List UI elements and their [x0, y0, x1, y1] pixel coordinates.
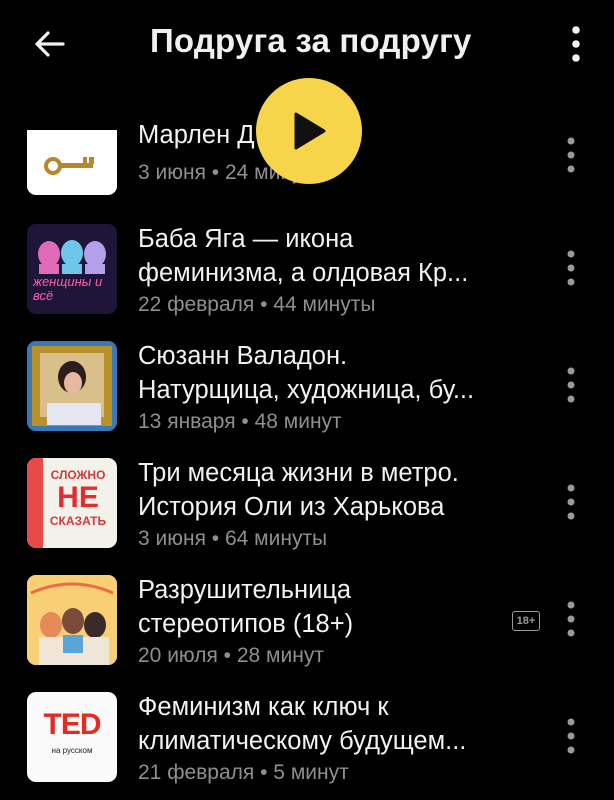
episode-title: Три месяца жизни в метро. История Оли из… [138, 459, 459, 521]
portrait-artwork [27, 341, 117, 431]
ted-logo: TED [43, 708, 102, 741]
episode-cover: женщины и всё [27, 224, 117, 314]
more-vertical-icon [567, 137, 575, 173]
episode-meta: 22 февраля • 44 минуты [138, 293, 376, 316]
episode-title: Баба Яга — икона феминизма, а олдовая Кр… [138, 225, 469, 287]
page-title: Подруга за подругу [150, 22, 472, 59]
episode-title: Феминизм как ключ к климатическому будущ… [138, 693, 467, 755]
arrow-left-icon [35, 31, 65, 57]
key-icon [44, 157, 94, 175]
episode-row[interactable]: Сюзанн Валадон. Натурщица, художница, бу… [0, 339, 614, 439]
episode-meta: 20 июля • 28 минут [138, 644, 324, 667]
episode-cover [27, 341, 117, 431]
play-icon [294, 112, 326, 150]
episode-more-button[interactable] [554, 131, 588, 179]
more-vertical-icon [567, 601, 575, 637]
girl-power-artwork [27, 575, 117, 665]
episode-more-button[interactable] [554, 361, 588, 409]
cover-stripe [27, 458, 43, 548]
back-button[interactable] [28, 24, 72, 64]
more-options-button[interactable] [556, 20, 596, 68]
cover-text: СЛОЖНО НЕ СКАЗАТЬ [49, 468, 107, 528]
episode-meta: 21 февраля • 5 минут [138, 761, 349, 784]
more-vertical-icon [567, 367, 575, 403]
explicit-badge: 18+ [512, 611, 540, 631]
more-vertical-icon [572, 26, 580, 62]
more-vertical-icon [567, 718, 575, 754]
episode-cover: TED на русском [27, 692, 117, 782]
episode-meta: 3 июня • 64 минуты [138, 527, 328, 550]
episode-cover: СЛОЖНО НЕ СКАЗАТЬ [27, 458, 117, 548]
episode-row[interactable]: СЛОЖНО НЕ СКАЗАТЬ Три месяца жизни в мет… [0, 456, 614, 556]
episode-more-button[interactable] [554, 595, 588, 643]
more-vertical-icon [567, 250, 575, 286]
episode-meta: 13 января • 48 минут [138, 410, 342, 433]
episode-title: Разрушительница стереотипов (18+) [138, 576, 354, 638]
episode-cover [27, 575, 117, 665]
episode-title: Сюзанн Валадон. Натурщица, художница, бу… [138, 342, 475, 404]
play-button[interactable] [256, 78, 362, 184]
more-vertical-icon [567, 484, 575, 520]
episode-more-button[interactable] [554, 712, 588, 760]
episode-row[interactable]: женщины и всё Баба Яга — икона феминизма… [0, 222, 614, 322]
episode-row[interactable]: Разрушительница стереотипов (18+) 20 июл… [0, 573, 614, 673]
cover-text: на русском [51, 746, 93, 755]
app-header: Подруга за подругу [0, 0, 614, 90]
episode-more-button[interactable] [554, 478, 588, 526]
episode-more-button[interactable] [554, 244, 588, 292]
episode-cover [27, 130, 117, 195]
episode-row[interactable]: TED на русском Феминизм как ключ к клима… [0, 690, 614, 790]
cover-text: женщины и всё [33, 274, 103, 303]
